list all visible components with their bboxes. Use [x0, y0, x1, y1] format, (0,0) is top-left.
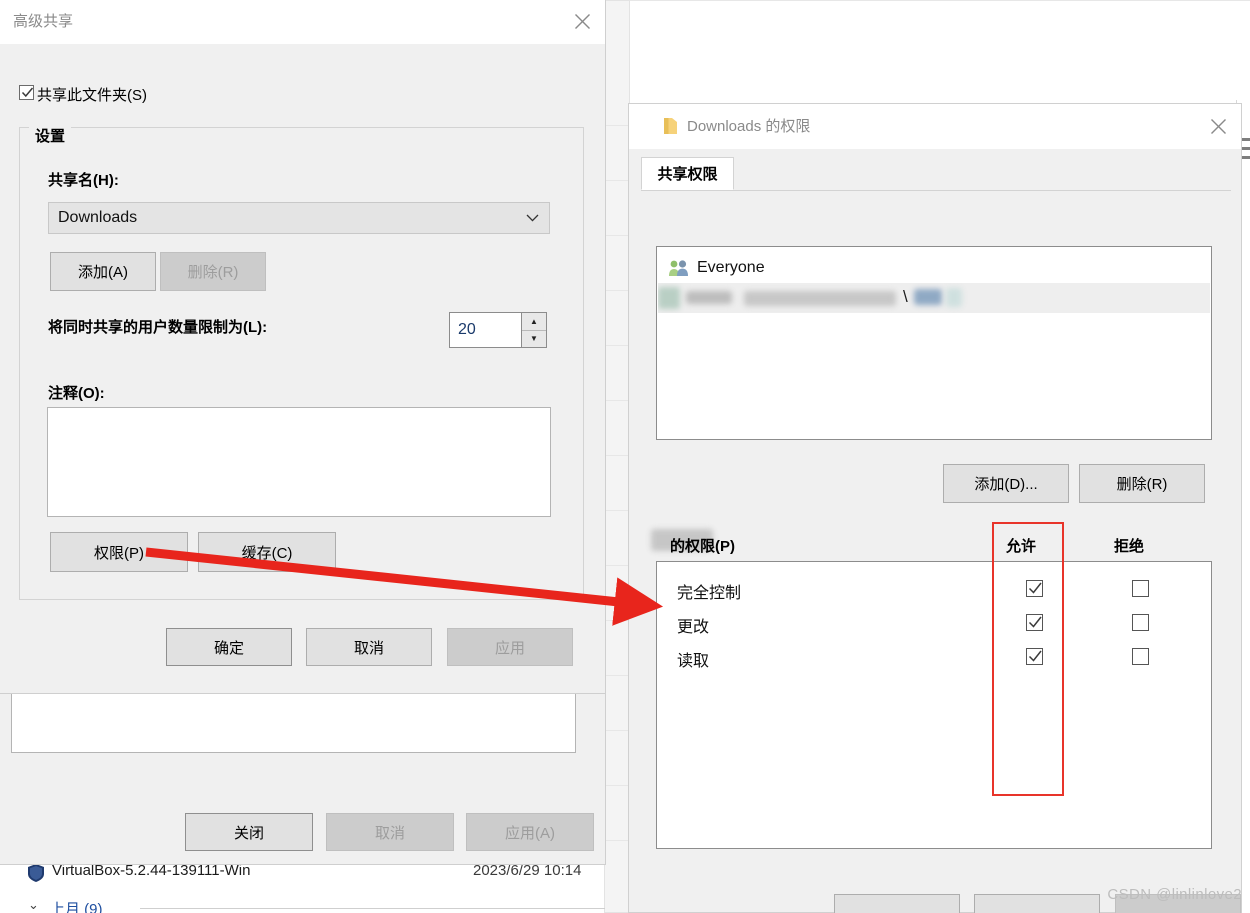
- background-window-edge: [604, 0, 630, 913]
- permission-row[interactable]: 读取: [657, 641, 1211, 675]
- redacted-user-icon: [658, 287, 680, 309]
- tab-share-permissions[interactable]: 共享权限: [641, 157, 734, 190]
- spinner-down-icon[interactable]: ▼: [522, 330, 546, 347]
- group-users-listbox[interactable]: Everyone \: [656, 246, 1212, 440]
- check-icon: [21, 87, 34, 98]
- folder-properties-dialog: 关闭 取消 应用(A): [0, 690, 606, 865]
- settings-legend: 设置: [29, 125, 72, 146]
- permissions-titlebar: Downloads 的权限: [629, 104, 1241, 149]
- user-limit-value: 20: [458, 321, 476, 338]
- permissions-for-label: 的权限(P): [670, 538, 735, 555]
- deny-checkbox[interactable]: [1132, 580, 1149, 597]
- allow-column-highlight: [992, 522, 1064, 796]
- ok-button[interactable]: 确定: [166, 628, 292, 666]
- share-folder-label[interactable]: 共享此文件夹(S): [37, 84, 147, 105]
- watermark: CSDN @linlinlove2: [1107, 886, 1242, 903]
- permission-row[interactable]: 更改: [657, 607, 1211, 641]
- permission-name: 读取: [677, 653, 710, 670]
- shield-icon: [28, 864, 44, 882]
- deny-checkbox[interactable]: [1132, 614, 1149, 631]
- grip-bar: [1241, 147, 1250, 150]
- share-name-label: 共享名(H):: [48, 172, 119, 189]
- grip-bar: [1241, 138, 1250, 141]
- advanced-sharing-dialog: 高级共享 共享此文件夹(S) 设置 共享名(H): Downloads 添加(A…: [0, 0, 606, 694]
- settings-groupbox: [19, 127, 584, 600]
- add-user-button[interactable]: 添加(D)...: [943, 464, 1069, 503]
- dialog-title: Downloads 的权限: [687, 118, 811, 135]
- file-group-label: 上月 (9): [50, 901, 103, 913]
- user-limit-spinner[interactable]: 20 ▲ ▼: [449, 312, 547, 348]
- permissions-listbox[interactable]: 完全控制 更改 读取: [656, 561, 1212, 849]
- permission-name: 完全控制: [677, 585, 742, 602]
- properties-content-area: [11, 691, 576, 753]
- share-name-combo[interactable]: Downloads: [48, 202, 550, 234]
- comment-label: 注释(O):: [48, 385, 105, 402]
- spinner-up-icon[interactable]: ▲: [522, 313, 546, 331]
- close-icon[interactable]: [1195, 104, 1241, 148]
- cancel-button[interactable]: 取消: [306, 628, 432, 666]
- chevron-down-icon[interactable]: ⌄: [28, 897, 39, 913]
- cancel-button[interactable]: [974, 894, 1100, 913]
- advanced-sharing-titlebar: 高级共享: [0, 0, 605, 44]
- users-icon: [669, 260, 688, 276]
- path-separator: \: [903, 287, 908, 306]
- caching-button[interactable]: 缓存(C): [198, 532, 336, 572]
- redacted-user-account: [914, 289, 942, 305]
- list-item[interactable]: Everyone: [658, 255, 1210, 281]
- folder-icon: [664, 118, 677, 134]
- comment-input[interactable]: [47, 407, 551, 517]
- redacted-user-extra: [946, 288, 962, 307]
- deny-checkbox[interactable]: [1132, 648, 1149, 665]
- share-folder-checkbox[interactable]: [19, 85, 34, 100]
- grip-bar: [1241, 156, 1250, 159]
- apply-button: 应用: [447, 628, 573, 666]
- column-header-deny: 拒绝: [1114, 538, 1145, 555]
- permissions-dialog: Downloads 的权限 共享权限 组或用户名(G): Ever: [628, 103, 1242, 913]
- apply-button: 应用(A): [466, 813, 594, 851]
- user-limit-label: 将同时共享的用户数量限制为(L):: [48, 319, 268, 336]
- dialog-title: 高级共享: [13, 13, 74, 30]
- ok-button[interactable]: [834, 894, 960, 913]
- redacted-user-name: [686, 291, 732, 304]
- list-item[interactable]: \: [658, 283, 1210, 313]
- close-button[interactable]: 关闭: [185, 813, 313, 851]
- remove-share-button: 删除(R): [160, 252, 266, 291]
- spinner-buttons[interactable]: ▲ ▼: [521, 313, 546, 347]
- chevron-down-icon[interactable]: [526, 209, 539, 227]
- permission-name: 更改: [677, 619, 710, 636]
- list-item-label: Everyone: [697, 259, 765, 276]
- share-name-value: Downloads: [58, 209, 138, 226]
- cancel-button: 取消: [326, 813, 454, 851]
- close-icon[interactable]: [559, 0, 605, 43]
- add-share-button[interactable]: 添加(A): [50, 252, 156, 291]
- permissions-button[interactable]: 权限(P): [50, 532, 188, 572]
- redacted-user-domain: [744, 291, 896, 306]
- permission-row[interactable]: 完全控制: [657, 573, 1211, 607]
- remove-user-button[interactable]: 删除(R): [1079, 464, 1205, 503]
